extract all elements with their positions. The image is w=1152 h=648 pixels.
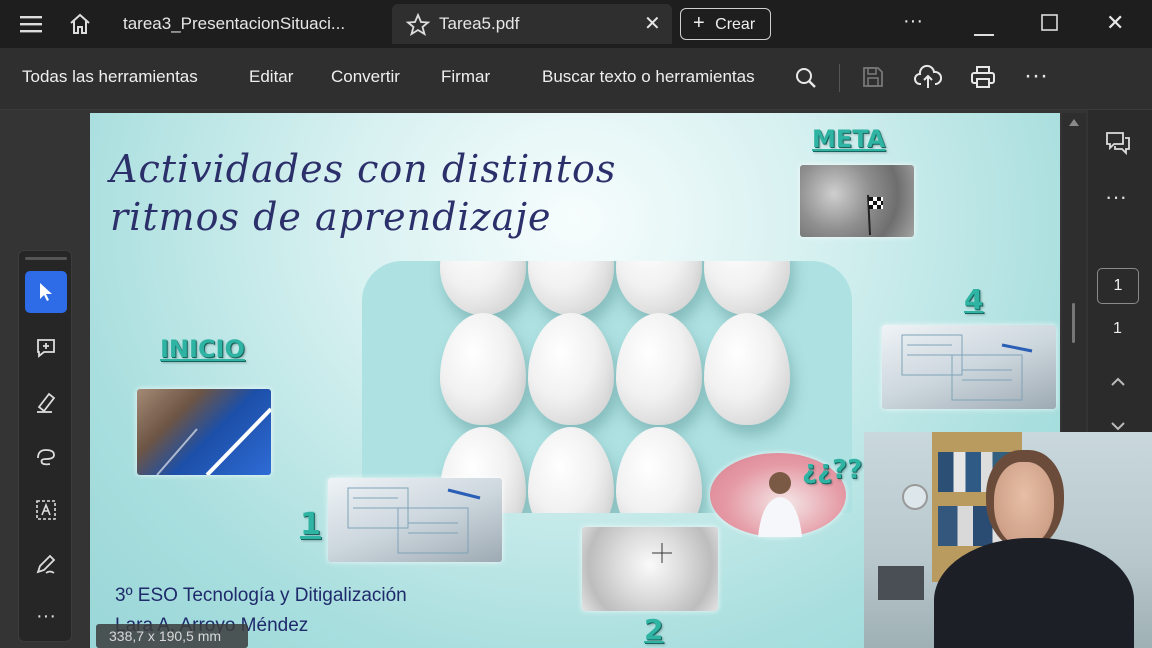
more-options-icon[interactable]: ··· <box>903 10 923 33</box>
sign-tool-button[interactable] <box>25 543 67 585</box>
checkered-flag-icon <box>867 194 883 236</box>
person <box>934 440 1134 648</box>
wall-lamp <box>902 484 928 510</box>
cubes-image <box>582 527 718 611</box>
search-icon[interactable] <box>794 66 818 95</box>
scroll-up-arrow-icon[interactable] <box>1069 119 1079 126</box>
text-box-tool-button[interactable] <box>25 489 67 531</box>
question-label: ¿¿?? <box>802 455 863 485</box>
egg <box>616 313 702 425</box>
comment-plus-icon <box>37 339 55 358</box>
egg <box>440 261 526 315</box>
print-icon[interactable] <box>970 65 996 94</box>
more-tools-icon[interactable]: ··· <box>1024 62 1048 90</box>
crosshair-cursor-icon <box>652 543 672 563</box>
maximize-icon[interactable] <box>1041 14 1059 37</box>
menu-edit[interactable]: Editar <box>249 67 293 87</box>
tab-tarea5[interactable]: Tarea5.pdf ✕ <box>392 4 672 44</box>
comments-icon[interactable] <box>1104 130 1132 161</box>
worksheet-image-1 <box>328 478 502 562</box>
minimize-icon[interactable] <box>974 22 994 42</box>
highlighter-icon <box>37 392 56 413</box>
egg <box>528 313 614 425</box>
egg <box>704 313 790 425</box>
cloud-upload-icon[interactable] <box>914 64 943 95</box>
title-bar: tarea3_PresentacionSituaci... Tarea5.pdf… <box>0 0 1152 48</box>
highlight-tool-button[interactable] <box>25 381 67 423</box>
inicio-label: INICIO <box>160 335 245 363</box>
tab-tarea3[interactable]: tarea3_PresentacionSituaci... <box>106 4 390 44</box>
menu-all-tools[interactable]: Todas las herramientas <box>22 67 198 87</box>
save-icon[interactable] <box>861 65 885 94</box>
pen-sign-icon <box>36 554 56 574</box>
egg <box>704 261 790 315</box>
step-4-label: 4 <box>964 283 984 316</box>
search-tools-button[interactable]: Buscar texto o herramientas <box>542 67 755 87</box>
monitor <box>878 566 924 600</box>
close-tab-icon[interactable]: ✕ <box>644 4 661 44</box>
draw-tool-button[interactable] <box>25 435 67 477</box>
finish-flag-image <box>800 165 914 237</box>
total-pages: 1 <box>1113 320 1122 337</box>
step-1-label: 1 <box>300 507 321 542</box>
menu-sign[interactable]: Firmar <box>441 67 490 87</box>
main-toolbar: Todas las herramientas Editar Convertir … <box>0 48 1152 110</box>
create-button[interactable]: + Crear <box>680 8 771 40</box>
egg <box>528 427 614 513</box>
page-dimensions-readout: 338,7 x 190,5 mm <box>96 624 248 648</box>
tab-label: tarea3_PresentacionSituaci... <box>123 14 346 33</box>
menu-convert[interactable]: Convertir <box>331 67 400 87</box>
rail-more-icon[interactable]: ··· <box>1105 184 1127 210</box>
current-page-input[interactable]: 1 <box>1097 268 1139 304</box>
select-tool-button[interactable] <box>25 271 67 313</box>
egg <box>528 261 614 315</box>
close-window-icon[interactable]: ✕ <box>1106 10 1124 36</box>
worksheet-image-4 <box>882 325 1056 409</box>
step-2-label: 2 <box>644 613 664 646</box>
plus-icon: + <box>693 12 705 34</box>
egg <box>440 313 526 425</box>
quick-tools-panel: ··· <box>18 250 72 642</box>
more-quick-tools-icon[interactable]: ··· <box>25 595 67 637</box>
starting-line-image <box>137 389 273 477</box>
star-icon[interactable] <box>405 12 431 52</box>
hamburger-menu-icon[interactable] <box>20 14 42 39</box>
slide-title: Actividades con distintos ritmos de apre… <box>110 147 617 239</box>
tab-label: Tarea5.pdf <box>439 14 520 33</box>
egg <box>616 427 702 513</box>
text-box-icon <box>36 500 56 520</box>
panel-grip <box>25 257 67 260</box>
course-text: 3º ESO Tecnología y Ditigalización <box>115 585 407 606</box>
home-icon[interactable] <box>68 12 92 41</box>
toolbar-divider <box>839 64 840 92</box>
freehand-icon <box>37 449 55 466</box>
scroll-thumb[interactable] <box>1072 303 1075 343</box>
meta-label: META <box>812 125 886 153</box>
add-comment-tool-button[interactable] <box>25 327 67 369</box>
pointer-icon <box>40 283 52 301</box>
previous-page-icon[interactable] <box>1110 374 1126 392</box>
webcam-overlay <box>864 432 1152 648</box>
egg <box>616 261 702 315</box>
